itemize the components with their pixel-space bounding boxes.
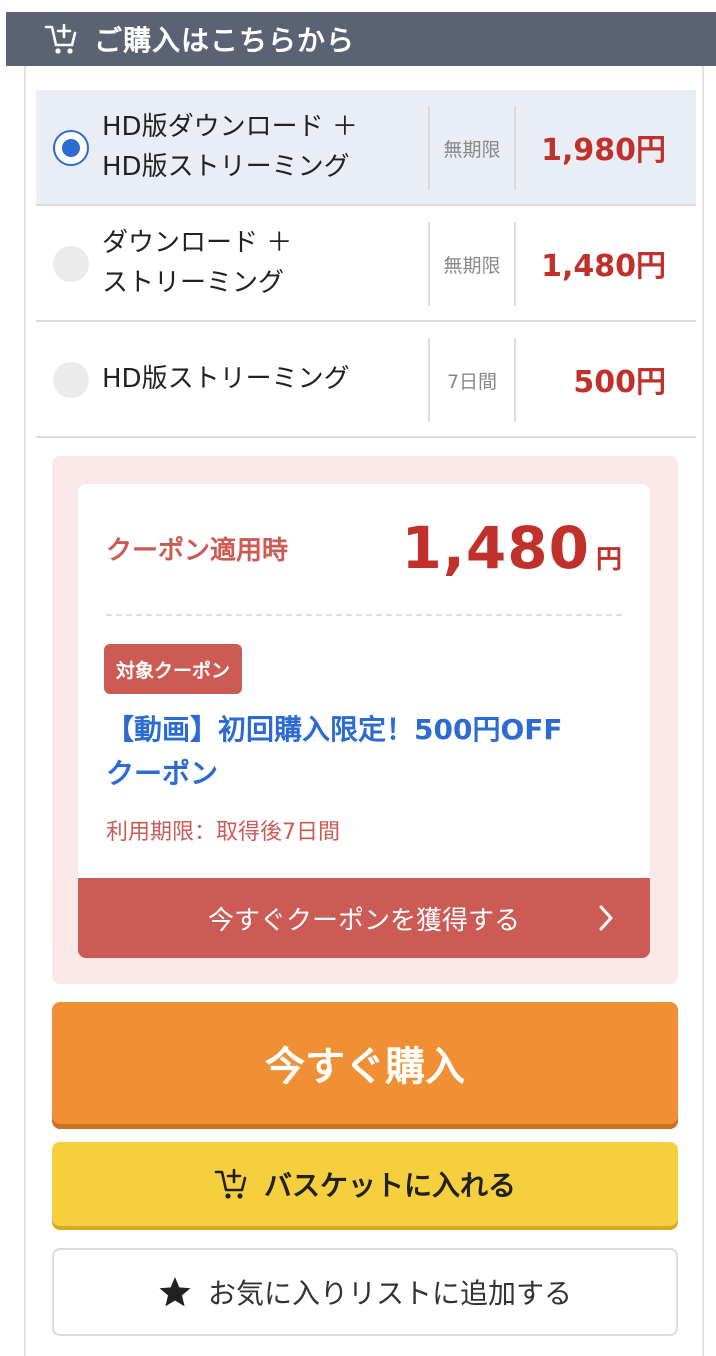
add-to-favorites-label: お気に入りリストに追加する	[207, 1277, 572, 1310]
divider	[106, 614, 622, 616]
option-hd-streaming[interactable]: HD版ストリーミング 7日間 500円	[36, 322, 696, 438]
coupon-name-link[interactable]: 【動画】初回購入限定！500円OFF クーポン	[106, 708, 626, 796]
radio-button-selected[interactable]	[53, 130, 89, 166]
coupon-section: クーポン適用時 1,480 円 対象クーポン 【動画】初回購入限定！500円OF…	[52, 456, 678, 984]
header-title: ご購入はこちらから	[94, 24, 356, 57]
buy-now-label: 今すぐ購入	[265, 1044, 465, 1090]
option-name: HD版ストリーミング	[102, 364, 350, 394]
cart-plus-icon	[44, 23, 77, 54]
add-to-basket-label: バスケットに入れる	[263, 1169, 516, 1202]
coupon-card: クーポン適用時 1,480 円 対象クーポン 【動画】初回購入限定！500円OF…	[78, 484, 650, 958]
option-period: 7日間	[428, 338, 516, 422]
buy-now-button[interactable]: 今すぐ購入	[52, 1002, 678, 1124]
get-coupon-button[interactable]: 今すぐクーポンを獲得する	[78, 878, 650, 958]
coupon-price-number: 1,480	[401, 514, 590, 582]
option-period: 無期限	[428, 106, 516, 190]
option-hd-download-streaming[interactable]: HD版ダウンロード ＋ HD版ストリーミング 無期限 1,980円	[36, 90, 696, 206]
option-price: 1,480円	[541, 249, 666, 284]
target-coupon-badge: 対象クーポン	[104, 644, 243, 694]
option-price: 1,980円	[541, 133, 666, 168]
option-name: HD版ダウンロード ＋ HD版ストリーミング	[102, 112, 358, 182]
coupon-price: 1,480 円	[402, 514, 622, 582]
coupon-price-label: クーポン適用時	[106, 536, 289, 566]
coupon-price-unit: 円	[595, 545, 622, 575]
add-to-favorites-button[interactable]: お気に入りリストに追加する	[52, 1248, 678, 1336]
radio-button[interactable]	[53, 362, 89, 398]
cart-plus-icon	[214, 1168, 247, 1199]
get-coupon-label: 今すぐクーポンを獲得する	[207, 905, 520, 936]
option-download-streaming[interactable]: ダウンロード ＋ ストリーミング 無期限 1,480円	[36, 206, 696, 322]
option-period: 無期限	[428, 222, 516, 306]
add-to-basket-button[interactable]: バスケットに入れる	[52, 1142, 678, 1226]
star-icon	[159, 1277, 191, 1307]
option-name: ダウンロード ＋ ストリーミング	[102, 228, 293, 298]
radio-button[interactable]	[53, 246, 89, 282]
option-price: 500円	[573, 365, 666, 400]
purchase-options: HD版ダウンロード ＋ HD版ストリーミング 無期限 1,980円 ダウンロード…	[36, 90, 696, 438]
purchase-panel: HD版ダウンロード ＋ HD版ストリーミング 無期限 1,980円 ダウンロード…	[24, 66, 704, 1356]
purchase-header: ご購入はこちらから	[6, 12, 716, 66]
chevron-right-icon	[599, 905, 613, 931]
coupon-expiry: 利用期限：取得後7日間	[106, 820, 340, 845]
